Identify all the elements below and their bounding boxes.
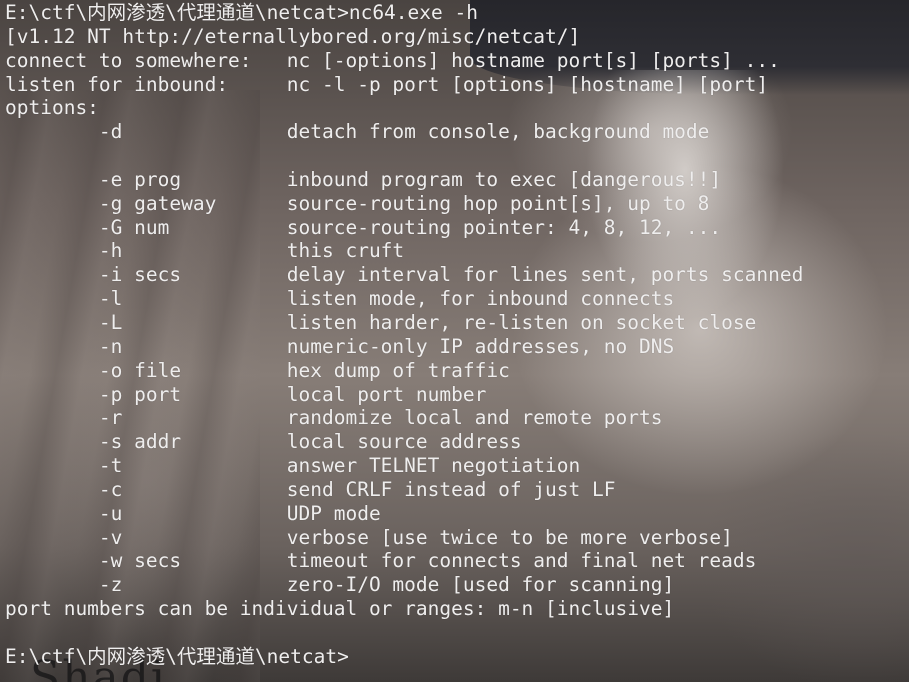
option-line: -t answer TELNET negotiation <box>5 454 581 478</box>
option-line: -l listen mode, for inbound connects <box>5 287 675 311</box>
option-line: -L listen harder, re-listen on socket cl… <box>5 310 757 334</box>
option-line: -w secs timeout for connects and final n… <box>5 549 757 573</box>
option-line: -c send CRLF instead of just LF <box>5 477 616 501</box>
terminal-window[interactable]: Shadi E:\ctf\内网渗透\代理通道\netcat>nc64.exe -… <box>0 0 909 682</box>
option-line: -i secs delay interval for lines sent, p… <box>5 263 804 287</box>
option-line: -G num source-routing pointer: 4, 8, 12,… <box>5 215 722 239</box>
option-line: -e prog inbound program to exec [dangero… <box>5 167 722 191</box>
terminal-output[interactable]: E:\ctf\内网渗透\代理通道\netcat>nc64.exe -h [v1.1… <box>5 1 803 669</box>
option-line: -v verbose [use twice to be more verbose… <box>5 525 733 549</box>
usage-listen-line: listen for inbound: nc -l -p port [optio… <box>5 72 769 96</box>
option-line: -r randomize local and remote ports <box>5 406 663 430</box>
version-line: [v1.12 NT http://eternallybored.org/misc… <box>5 24 581 48</box>
option-line: -s addr local source address <box>5 430 522 454</box>
current-prompt-line[interactable]: E:\ctf\内网渗透\代理通道\netcat> <box>5 645 803 669</box>
option-line: -h this cruft <box>5 239 405 263</box>
option-line: -z zero-I/O mode [used for scanning] <box>5 573 675 597</box>
option-line: -u UDP mode <box>5 501 381 525</box>
option-line: -o file hex dump of traffic <box>5 358 510 382</box>
option-line: -n numeric-only IP addresses, no DNS <box>5 334 675 358</box>
port-ranges-note: port numbers can be individual or ranges… <box>5 597 675 621</box>
prompt-line: E:\ctf\内网渗透\代理通道\netcat>nc64.exe -h <box>5 1 478 24</box>
usage-connect-line: connect to somewhere: nc [-options] host… <box>5 48 780 72</box>
option-line: -g gateway source-routing hop point[s], … <box>5 191 710 215</box>
option-line: -p port local port number <box>5 382 487 406</box>
option-line: -d detach from console, background mode <box>5 120 710 144</box>
options-header: options: <box>5 96 99 120</box>
